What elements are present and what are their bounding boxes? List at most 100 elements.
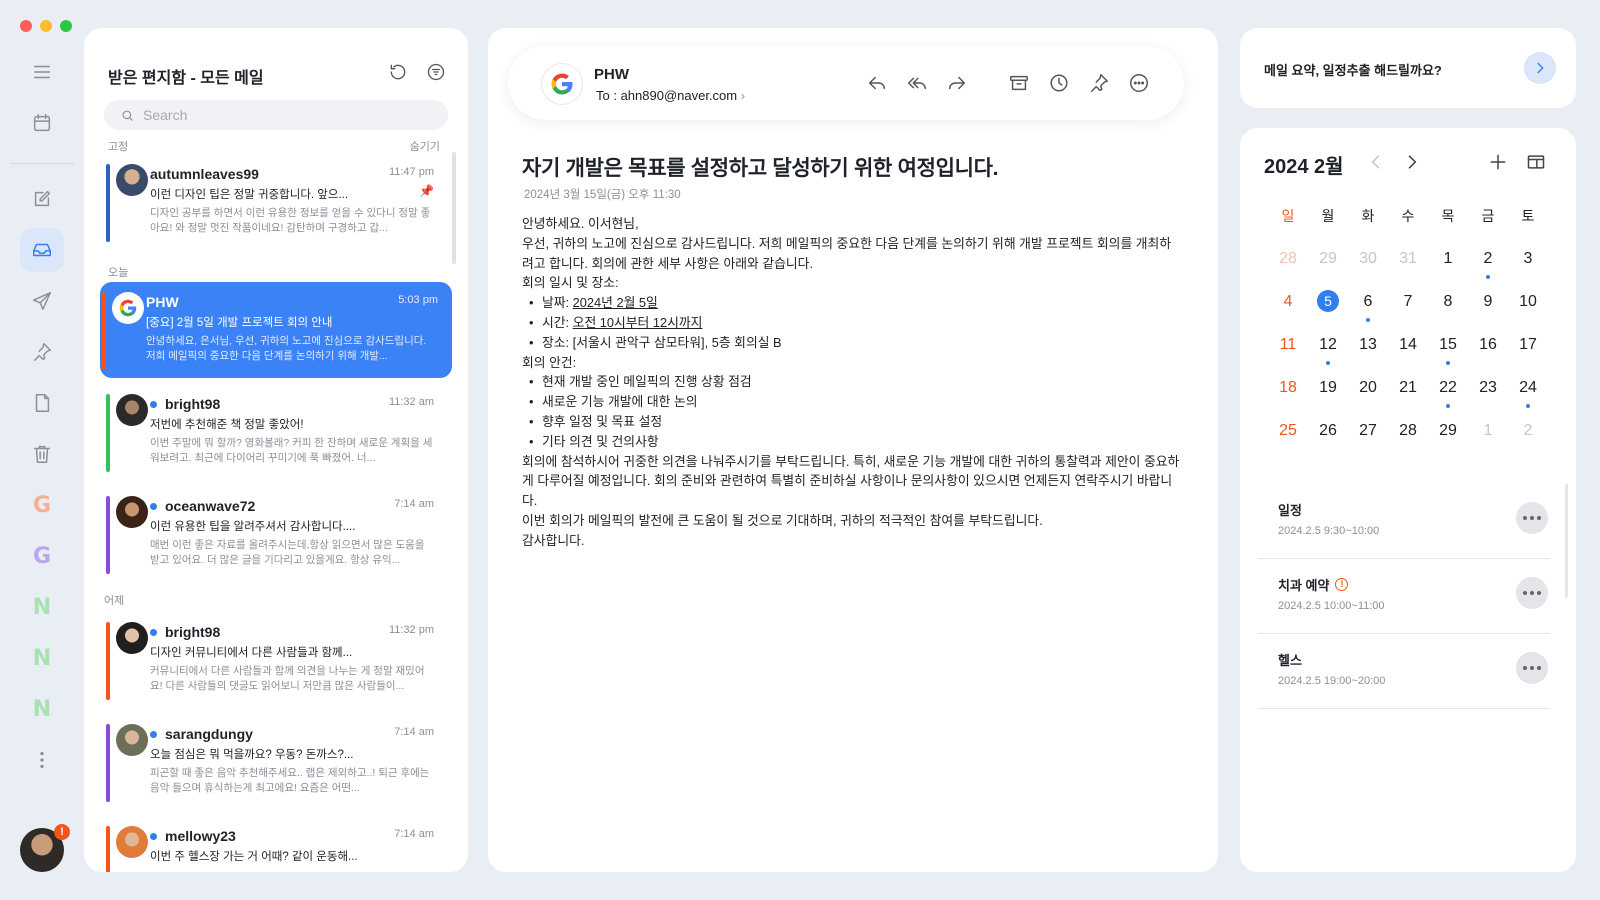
calendar-day[interactable]: 27 bbox=[1348, 417, 1388, 460]
mail-time: 7:14 am bbox=[394, 726, 434, 738]
calendar-day[interactable]: 28 bbox=[1388, 417, 1428, 460]
menu-icon[interactable] bbox=[20, 50, 64, 94]
pin-icon[interactable] bbox=[1088, 72, 1110, 94]
event-more-button[interactable] bbox=[1516, 577, 1548, 609]
reader-recipient[interactable]: To : ahn890@naver.com › bbox=[596, 88, 745, 103]
calendar-day[interactable]: 10 bbox=[1508, 288, 1548, 331]
compose-icon[interactable] bbox=[20, 177, 64, 221]
search-input[interactable] bbox=[143, 107, 423, 123]
reader-header: PHW To : ahn890@naver.com › bbox=[508, 46, 1184, 120]
expand-calendar-icon[interactable] bbox=[1526, 152, 1546, 172]
reply-all-icon[interactable] bbox=[906, 72, 928, 94]
account-gmail-1[interactable]: G bbox=[20, 483, 64, 527]
search-icon bbox=[122, 110, 133, 121]
calendar-icon[interactable] bbox=[20, 101, 64, 145]
inbox-icon[interactable] bbox=[20, 228, 64, 272]
calendar-day[interactable]: 18 bbox=[1268, 374, 1308, 417]
minimize-window-button[interactable] bbox=[40, 20, 52, 32]
forward-icon[interactable] bbox=[946, 72, 968, 94]
more-options-icon[interactable] bbox=[1128, 72, 1150, 94]
reply-icon[interactable] bbox=[866, 72, 888, 94]
day-number: 2 bbox=[1523, 422, 1533, 439]
snooze-clock-icon[interactable] bbox=[1048, 72, 1070, 94]
calendar-day[interactable]: 28 bbox=[1268, 245, 1308, 288]
mail-item[interactable]: autumnleaves99 11:47 pm 📌 이런 디자인 팁은 정말 귀… bbox=[104, 154, 448, 250]
calendar-day[interactable]: 19 bbox=[1308, 374, 1348, 417]
pin-icon[interactable] bbox=[20, 330, 64, 374]
event-item[interactable]: 일정 2024.2.5 9:30~10:00 bbox=[1258, 484, 1550, 559]
add-event-icon[interactable] bbox=[1488, 152, 1508, 172]
account-naver-2[interactable]: N bbox=[20, 636, 64, 680]
mail-item[interactable]: oceanwave72 7:14 am 이런 유용한 팁을 알려주셔서 감사합니… bbox=[104, 486, 448, 582]
calendar-day[interactable]: 15 bbox=[1428, 331, 1468, 374]
calendar-day[interactable]: 12 bbox=[1308, 331, 1348, 374]
mail-item[interactable]: sarangdungy 7:14 am 오늘 점심은 뭐 먹을까요? 우동? 돈… bbox=[104, 714, 448, 810]
agenda-item: 향후 일정 및 목표 설정 bbox=[522, 412, 1182, 432]
assistant-go-button[interactable] bbox=[1524, 52, 1556, 84]
mail-item[interactable]: mellowy23 7:14 am 이번 주 헬스장 가는 거 어때? 같이 운… bbox=[104, 816, 448, 872]
mail-time: 5:03 pm bbox=[398, 294, 438, 306]
calendar-day[interactable]: 16 bbox=[1468, 331, 1508, 374]
search-bar[interactable] bbox=[104, 100, 448, 130]
account-naver-3[interactable]: N bbox=[20, 687, 64, 731]
calendar-day[interactable]: 29 bbox=[1308, 245, 1348, 288]
calendar-day[interactable]: 3 bbox=[1508, 245, 1548, 288]
send-icon[interactable] bbox=[20, 279, 64, 323]
prev-month-icon[interactable] bbox=[1366, 152, 1386, 172]
next-month-icon[interactable] bbox=[1402, 152, 1422, 172]
calendar-day[interactable]: 2 bbox=[1508, 417, 1548, 460]
close-window-button[interactable] bbox=[20, 20, 32, 32]
trash-icon[interactable] bbox=[20, 432, 64, 476]
calendar-day[interactable]: 20 bbox=[1348, 374, 1388, 417]
mail-preview: 안녕하세요, 은서님, 우선, 귀하의 노고에 진심으로 감사드립니다. 저희 … bbox=[146, 335, 427, 362]
draft-icon[interactable] bbox=[20, 381, 64, 425]
calendar-day[interactable]: 14 bbox=[1388, 331, 1428, 374]
event-more-button[interactable] bbox=[1516, 502, 1548, 534]
calendar-panel: 2024 2월 일 월 화 수 목 금 토 28 29 30 31 1 2 3 4 5 6 7 8 9 1… bbox=[1240, 128, 1576, 872]
calendar-day[interactable]: 21 bbox=[1388, 374, 1428, 417]
calendar-day[interactable]: 24 bbox=[1508, 374, 1548, 417]
time-link[interactable]: 오전 10시부터 12시까지 bbox=[573, 315, 703, 330]
calendar-week: 18 19 20 21 22 23 24 bbox=[1268, 374, 1548, 417]
mail-item-selected[interactable]: PHW 5:03 pm [중요] 2월 5일 개발 프로젝트 회의 안내 안녕하… bbox=[100, 282, 452, 378]
calendar-day[interactable]: 22 bbox=[1428, 374, 1468, 417]
calendar-day[interactable]: 7 bbox=[1388, 288, 1428, 331]
maximize-window-button[interactable] bbox=[60, 20, 72, 32]
event-list-scrollbar[interactable] bbox=[1565, 484, 1568, 598]
event-more-button[interactable] bbox=[1516, 652, 1548, 684]
calendar-day[interactable]: 13 bbox=[1348, 331, 1388, 374]
calendar-day[interactable]: 8 bbox=[1428, 288, 1468, 331]
calendar-day[interactable]: 30 bbox=[1348, 245, 1388, 288]
calendar-day[interactable]: 23 bbox=[1468, 374, 1508, 417]
agenda-item: 현재 개발 중인 메일픽의 진행 상황 점검 bbox=[522, 372, 1182, 392]
calendar-day[interactable]: 2 bbox=[1468, 245, 1508, 288]
event-item[interactable]: 헬스 2024.2.5 19:00~20:00 bbox=[1258, 634, 1550, 709]
calendar-day[interactable]: 1 bbox=[1428, 245, 1468, 288]
calendar-day[interactable]: 25 bbox=[1268, 417, 1308, 460]
calendar-day-today[interactable]: 5 bbox=[1308, 288, 1348, 331]
calendar-day[interactable]: 4 bbox=[1268, 288, 1308, 331]
date-link[interactable]: 2024년 2월 5일 bbox=[573, 295, 658, 310]
mail-item[interactable]: bright98 11:32 am 저번에 추천해준 책 정말 좋았어! 이번 … bbox=[104, 384, 448, 480]
calendar-day[interactable]: 17 bbox=[1508, 331, 1548, 374]
event-item[interactable]: 치과 예약! 2024.2.5 10:00~11:00 bbox=[1258, 559, 1550, 634]
hide-pinned-button[interactable]: 숨기기 bbox=[410, 138, 440, 154]
mail-item[interactable]: bright98 11:32 pm 디자인 커뮤니티에서 다른 사람들과 함께.… bbox=[104, 612, 448, 708]
filter-icon[interactable] bbox=[426, 62, 446, 82]
calendar-day[interactable]: 11 bbox=[1268, 331, 1308, 374]
calendar-day[interactable]: 1 bbox=[1468, 417, 1508, 460]
account-gmail-2[interactable]: G bbox=[20, 534, 64, 578]
more-vertical-icon[interactable] bbox=[20, 738, 64, 782]
calendar-day[interactable]: 29 bbox=[1428, 417, 1468, 460]
calendar-day[interactable]: 6 bbox=[1348, 288, 1388, 331]
refresh-icon[interactable] bbox=[388, 62, 408, 82]
list-scrollbar[interactable] bbox=[452, 152, 456, 264]
mail-time: 11:32 am bbox=[388, 396, 434, 408]
profile-avatar[interactable]: ! bbox=[20, 824, 70, 872]
account-naver-1[interactable]: N bbox=[20, 585, 64, 629]
calendar-day[interactable]: 9 bbox=[1468, 288, 1508, 331]
calendar-day[interactable]: 26 bbox=[1308, 417, 1348, 460]
pinned-icon: 📌 bbox=[419, 184, 434, 198]
archive-icon[interactable] bbox=[1008, 72, 1030, 94]
calendar-day[interactable]: 31 bbox=[1388, 245, 1428, 288]
